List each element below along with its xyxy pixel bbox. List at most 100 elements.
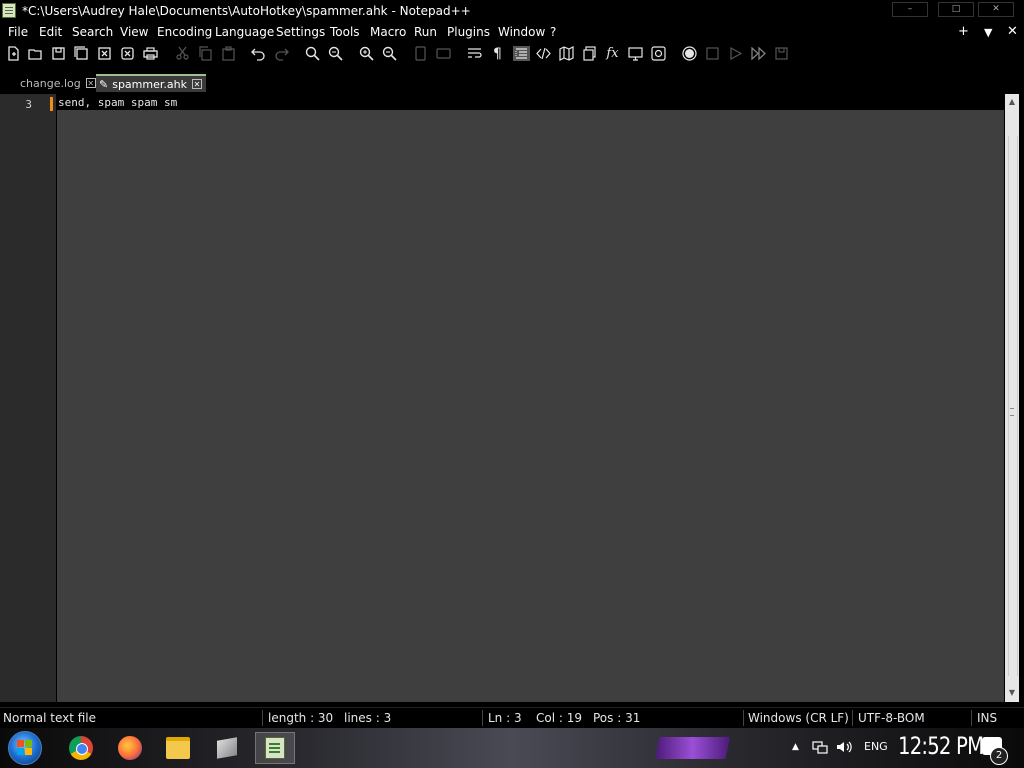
menu-settings[interactable]: Settings <box>276 25 325 39</box>
status-bar: Normal text file length : 30 lines : 3 L… <box>0 707 1024 728</box>
menu-view[interactable]: View <box>120 25 148 39</box>
folder-as-workspace-icon[interactable] <box>628 46 643 61</box>
explorer-taskbar-button[interactable] <box>158 732 198 764</box>
pencil-icon: ✎ <box>99 77 109 91</box>
menu-help[interactable]: ? <box>550 25 556 39</box>
menu-edit[interactable]: Edit <box>39 25 62 39</box>
network-icon[interactable] <box>812 741 828 758</box>
sync-vertical-icon[interactable] <box>413 46 428 61</box>
document-map-icon[interactable] <box>559 46 574 61</box>
zoom-out-icon[interactable] <box>382 46 397 61</box>
open-file-icon[interactable] <box>28 46 43 61</box>
chrome-taskbar-button[interactable] <box>61 732 101 764</box>
maximize-button[interactable]: □ <box>938 2 974 17</box>
save-icon[interactable] <box>51 46 66 61</box>
new-file-icon[interactable] <box>6 46 21 61</box>
status-encoding[interactable]: UTF-8-BOM <box>858 711 925 725</box>
close-all-icon[interactable] <box>120 46 135 61</box>
close-icon[interactable] <box>97 46 112 61</box>
editor-pane: 3 send, spam spam sm ▲ ▼ <box>0 92 1024 704</box>
toolbar: ¶ fx <box>0 42 1024 66</box>
firefox-icon <box>118 736 142 760</box>
undo-icon[interactable] <box>251 46 266 61</box>
menu-run[interactable]: Run <box>414 25 437 39</box>
status-divider <box>262 710 263 726</box>
input-language-indicator[interactable]: ENG <box>864 740 888 753</box>
system-clock[interactable]: 12:52 PM <box>898 732 984 760</box>
save-all-icon[interactable] <box>74 46 89 61</box>
function-list-icon[interactable]: fx <box>605 46 620 61</box>
find-icon[interactable] <box>305 46 320 61</box>
status-column: Col : 19 <box>536 711 582 725</box>
new-tab-plus-button[interactable]: + <box>958 24 969 39</box>
status-eol-format[interactable]: Windows (CR LF) <box>748 711 849 725</box>
menu-file[interactable]: File <box>8 25 28 39</box>
volume-icon[interactable] <box>836 740 854 757</box>
tab-spammer-ahk[interactable]: ✎ spammer.ahk ✕ <box>96 74 206 92</box>
close-document-button[interactable]: ✕ <box>1007 24 1018 39</box>
tray-decoration <box>655 737 730 759</box>
cut-icon[interactable] <box>175 46 190 61</box>
tab-close-icon[interactable]: ✕ <box>85 78 96 88</box>
run-macro-multiple-icon[interactable] <box>751 46 766 61</box>
menu-tools[interactable]: Tools <box>330 25 360 39</box>
tab-bar: change.log ✕ ✎ spammer.ahk ✕ <box>0 66 1024 92</box>
stop-recording-icon[interactable] <box>705 46 720 61</box>
firefox-taskbar-button[interactable] <box>110 732 150 764</box>
status-divider <box>482 710 483 726</box>
scroll-up-arrow-icon[interactable]: ▲ <box>1007 97 1017 109</box>
show-hidden-icons-button[interactable]: ▲ <box>792 742 799 752</box>
scrollbar-thumb[interactable] <box>1008 136 1018 676</box>
monitoring-icon[interactable] <box>651 46 666 61</box>
xml-tag-icon[interactable] <box>536 46 551 61</box>
playback-icon[interactable] <box>728 46 743 61</box>
scroll-down-arrow-icon[interactable]: ▼ <box>1007 688 1017 700</box>
menu-plugins[interactable]: Plugins <box>447 25 490 39</box>
window-title: *C:\Users\Audrey Hale\Documents\AutoHotk… <box>22 4 471 18</box>
copy-icon[interactable] <box>198 46 213 61</box>
vertical-scrollbar[interactable]: ▲ ▼ <box>1005 94 1019 702</box>
show-all-characters-icon[interactable]: ¶ <box>490 46 505 62</box>
start-button[interactable] <box>8 731 42 765</box>
tab-change-log[interactable]: change.log ✕ <box>20 74 96 92</box>
menu-bar: File Edit Search View Encoding Language … <box>0 22 1024 42</box>
status-divider <box>971 710 972 726</box>
text-editor[interactable]: send, spam spam sm <box>57 94 1004 702</box>
zoom-in-icon[interactable] <box>359 46 374 61</box>
menu-window[interactable]: Window <box>498 25 545 39</box>
minimize-button[interactable]: – <box>892 2 928 17</box>
tab-label: spammer.ahk <box>112 77 187 91</box>
tab-close-icon[interactable]: ✕ <box>191 79 202 89</box>
indent-guide-icon[interactable] <box>513 46 530 61</box>
save-macro-icon[interactable] <box>774 46 789 61</box>
windows-logo-icon <box>17 740 24 747</box>
generic-app-icon <box>217 737 237 759</box>
windows-taskbar: ▲ ENG 12:52 PM 2 <box>0 728 1024 768</box>
title-bar: *C:\Users\Audrey Hale\Documents\AutoHotk… <box>0 0 1024 22</box>
menu-language[interactable]: Language <box>215 25 274 39</box>
status-insert-mode[interactable]: INS <box>977 711 997 725</box>
menu-macro[interactable]: Macro <box>370 25 406 39</box>
scrollbar-grip <box>1010 408 1014 416</box>
app-taskbar-button[interactable] <box>207 732 247 764</box>
tab-list-dropdown[interactable]: ▼ <box>984 26 992 39</box>
record-macro-icon[interactable] <box>682 46 697 61</box>
menu-encoding[interactable]: Encoding <box>157 25 212 39</box>
close-button[interactable]: ✕ <box>978 2 1014 17</box>
sync-horizontal-icon[interactable] <box>436 46 451 61</box>
document-list-icon[interactable] <box>582 46 597 61</box>
redo-icon[interactable] <box>274 46 289 61</box>
status-length: length : 30 <box>268 711 334 725</box>
code-line[interactable]: send, spam spam sm <box>58 96 177 109</box>
folder-icon <box>166 737 190 759</box>
paste-icon[interactable] <box>221 46 236 61</box>
print-icon[interactable] <box>143 46 158 61</box>
notepadpp-app-icon[interactable] <box>2 3 16 18</box>
menu-search[interactable]: Search <box>72 25 113 39</box>
status-divider <box>743 710 744 726</box>
replace-icon[interactable] <box>328 46 343 61</box>
notepadpp-taskbar-button[interactable] <box>255 732 295 764</box>
line-number: 3 <box>25 98 32 111</box>
change-history-marker <box>50 97 53 111</box>
word-wrap-icon[interactable] <box>467 46 482 61</box>
